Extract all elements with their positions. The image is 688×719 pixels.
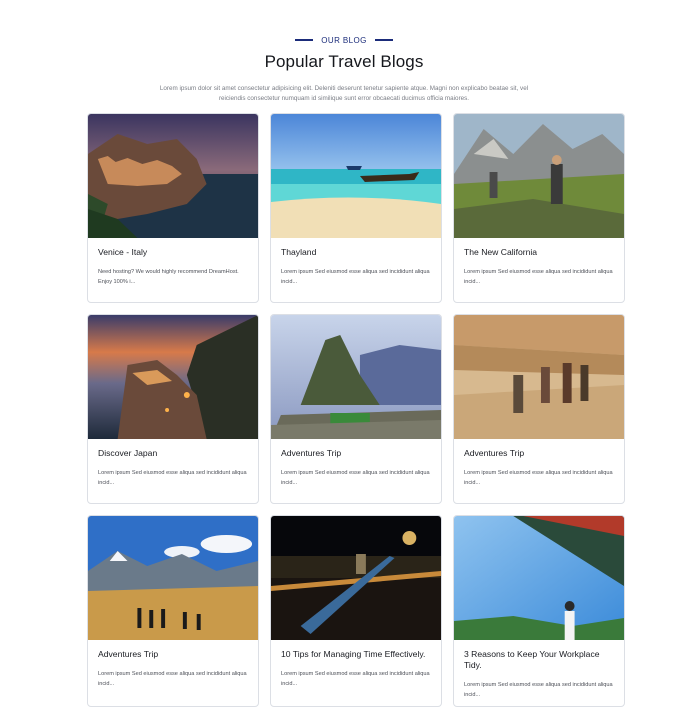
- blog-section-header: OUR BLOG Popular Travel Blogs Lorem ipsu…: [0, 28, 688, 104]
- blog-card-thayland[interactable]: Thayland Lorem ipsum Sed eiusmod esse al…: [270, 113, 442, 303]
- card-image-night-bridge[interactable]: [271, 516, 441, 640]
- blog-card-workplace[interactable]: 3 Reasons to Keep Your Workplace Tidy. L…: [453, 515, 625, 707]
- card-excerpt: Lorem ipsum Sed eiusmod esse aliqua sed …: [281, 671, 430, 687]
- card-title[interactable]: The New California: [464, 247, 614, 258]
- blog-card-adventures-2[interactable]: Adventures Trip Lorem ipsum Sed eiusmod …: [453, 314, 625, 504]
- blog-card-adventures-1[interactable]: Adventures Trip Lorem ipsum Sed eiusmod …: [270, 314, 442, 504]
- card-excerpt: Lorem ipsum Sed eiusmod esse aliqua sed …: [98, 470, 247, 486]
- card-excerpt: Lorem ipsum Sed eiusmod esse aliqua sed …: [464, 470, 613, 486]
- section-eyebrow: OUR BLOG: [295, 35, 393, 45]
- card-title[interactable]: Adventures Trip: [281, 448, 431, 459]
- card-title[interactable]: Discover Japan: [98, 448, 248, 459]
- blog-card-venice[interactable]: Venice - Italy Need hosting? We would hi…: [87, 113, 259, 303]
- card-excerpt: Need hosting? We would highly recommend …: [98, 269, 239, 285]
- card-title[interactable]: 10 Tips for Managing Time Effectively.: [281, 649, 431, 660]
- blog-card-adventures-3[interactable]: Adventures Trip Lorem ipsum Sed eiusmod …: [87, 515, 259, 707]
- section-subtitle: Lorem ipsum dolor sit amet consectetur a…: [159, 85, 529, 102]
- card-excerpt: Lorem ipsum Sed eiusmod esse aliqua sed …: [464, 682, 613, 698]
- card-title[interactable]: 3 Reasons to Keep Your Workplace Tidy.: [464, 649, 614, 671]
- card-image-mountain-hikers[interactable]: [88, 516, 258, 640]
- blog-card-california[interactable]: The New California Lorem ipsum Sed eiusm…: [453, 113, 625, 303]
- card-image-machu-picchu[interactable]: [271, 315, 441, 439]
- card-image-japan[interactable]: [88, 315, 258, 439]
- eyebrow-line-left: [295, 39, 314, 41]
- section-title: Popular Travel Blogs: [264, 52, 424, 71]
- card-excerpt: Lorem ipsum Sed eiusmod esse aliqua sed …: [281, 470, 430, 486]
- eyebrow-line-right: [374, 39, 393, 41]
- card-title[interactable]: Adventures Trip: [464, 448, 614, 459]
- card-image-thayland[interactable]: [271, 114, 441, 238]
- card-image-venice[interactable]: [88, 114, 258, 238]
- card-image-temple-sky[interactable]: [454, 516, 624, 640]
- blog-card-japan[interactable]: Discover Japan Lorem ipsum Sed eiusmod e…: [87, 314, 259, 504]
- eyebrow-label: OUR BLOG: [321, 35, 367, 45]
- card-title[interactable]: Thayland: [281, 247, 431, 258]
- card-excerpt: Lorem ipsum Sed eiusmod esse aliqua sed …: [281, 269, 430, 285]
- card-title[interactable]: Adventures Trip: [98, 649, 248, 660]
- card-image-desert-hikers[interactable]: [454, 315, 624, 439]
- card-excerpt: Lorem ipsum Sed eiusmod esse aliqua sed …: [464, 269, 613, 285]
- card-image-california[interactable]: [454, 114, 624, 238]
- card-excerpt: Lorem ipsum Sed eiusmod esse aliqua sed …: [98, 671, 247, 687]
- card-title[interactable]: Venice - Italy: [98, 247, 248, 258]
- blog-card-time-tips[interactable]: 10 Tips for Managing Time Effectively. L…: [270, 515, 442, 707]
